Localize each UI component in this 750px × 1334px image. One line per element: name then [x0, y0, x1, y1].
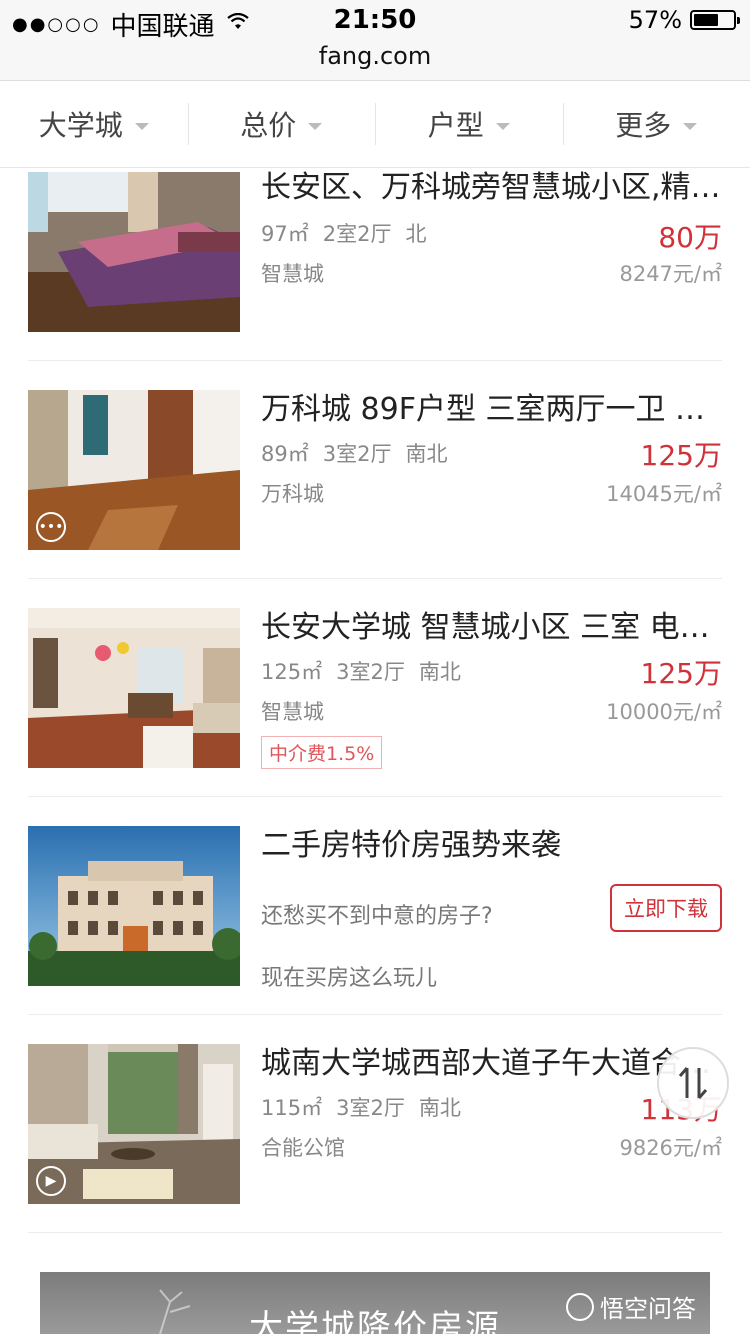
listing-rooms: 2室2厅	[322, 222, 392, 246]
listing-card[interactable]: ••• 万科城 89F户型 三室两厅一卫 精装 89㎡ 3室2厅 南北 125万 万…	[28, 390, 722, 579]
listing-area: 89㎡	[261, 442, 309, 466]
listing-price: 125万	[640, 657, 722, 690]
caret-down-icon	[683, 122, 698, 130]
listing-meta: 115㎡ 3室2厅 南北	[261, 1092, 475, 1122]
listing-unit-price: 10000元/㎡	[606, 700, 722, 724]
listing-rooms: 3室2厅	[336, 1096, 405, 1120]
download-button[interactable]: 立即下载	[610, 884, 722, 932]
listing-photo: •••	[28, 390, 240, 550]
sort-arrows-icon[interactable]	[657, 1047, 729, 1119]
fee-tag: 中介费1.5%	[261, 736, 383, 769]
filter-area[interactable]: 大学城	[0, 81, 188, 167]
listing-meta: 125㎡ 3室2厅 南北	[261, 656, 475, 686]
listing-photo: ▶	[28, 1044, 240, 1204]
listing-title: 城南大学城西部大道子午大道合能公馆	[261, 1046, 721, 1081]
listing-card[interactable]: 长安大学城 智慧城小区 三室 电梯房 125㎡ 3室2厅 南北 125万 智慧城 1…	[28, 608, 722, 797]
listing-orientation: 南北	[405, 442, 448, 466]
listing-rooms: 3室2厅	[336, 660, 405, 684]
listing-info: 长安区、万科城旁智慧城小区,精装修 97㎡ 2室2厅北 80万 智慧城 8247元…	[261, 170, 722, 286]
listing-title: 长安大学城 智慧城小区 三室 电梯房	[261, 610, 721, 645]
listing-photo	[28, 172, 240, 332]
battery-fill	[694, 14, 718, 26]
listing-unit-price: 8247元/㎡	[619, 262, 722, 286]
listing-community: 合能公馆	[261, 1136, 345, 1160]
wukong-logo-icon	[566, 1292, 594, 1321]
ad-photo	[28, 826, 240, 986]
listing-rooms: 3室2厅	[322, 442, 392, 466]
listing-meta: 89㎡ 3室2厅 南北	[261, 438, 461, 468]
caret-down-icon	[134, 122, 149, 130]
ad-tagline: 现在买房这么玩儿	[261, 966, 438, 991]
filter-layout[interactable]: 户型	[375, 81, 563, 167]
listing-info: 长安大学城 智慧城小区 三室 电梯房 125㎡ 3室2厅 南北 125万 智慧城 1…	[261, 608, 722, 769]
listing-meta: 97㎡ 2室2厅北	[261, 218, 440, 248]
caret-down-icon	[308, 122, 323, 130]
listing-info: 万科城 89F户型 三室两厅一卫 精装 89㎡ 3室2厅 南北 125万 万科城 1…	[261, 390, 722, 506]
play-icon[interactable]: ▶	[36, 1166, 66, 1196]
ad-card[interactable]: 二手房特价房强势来袭 还愁买不到中意的房子? 现在买房这么玩儿 立即下载	[28, 826, 722, 1015]
filter-label: 总价	[240, 109, 297, 142]
listing-area: 97㎡	[261, 222, 309, 246]
watermark: 悟空问答	[566, 1289, 696, 1324]
status-right: 57%	[628, 6, 740, 34]
listing-photo	[28, 608, 240, 768]
filter-bar: 大学城 总价 户型 更多	[0, 81, 750, 168]
listing-price: 80万	[658, 221, 722, 254]
filter-total-price[interactable]: 总价	[187, 81, 376, 167]
promo-banner[interactable]: 大学城降价房源 悟空问答	[40, 1272, 710, 1334]
listing-info: 城南大学城西部大道子午大道合能公馆 115㎡3室2厅南北 113万 合能公馆 9…	[261, 1044, 722, 1160]
filter-label: 大学城	[38, 109, 123, 142]
listing-orientation: 南北	[418, 660, 461, 684]
caret-down-icon	[495, 122, 510, 130]
filter-more[interactable]: 更多	[562, 81, 750, 167]
status-bar: ●●○○○ 中国联通 21:50 fang.com 57%	[0, 0, 750, 81]
ad-title: 二手房特价房强势来袭	[261, 828, 561, 863]
ad-info: 二手房特价房强势来袭 还愁买不到中意的房子? 现在买房这么玩儿 立即下载	[261, 826, 722, 991]
listing-title: 万科城 89F户型 三室两厅一卫 精装	[261, 392, 721, 427]
listing-price: 125万	[640, 439, 722, 472]
listing-orientation: 南北	[418, 1096, 461, 1120]
listing-title: 长安区、万科城旁智慧城小区,精装修	[261, 170, 721, 205]
battery-icon	[690, 10, 740, 30]
ad-subtitle: 还愁买不到中意的房子?	[261, 904, 493, 929]
address-bar-url[interactable]: fang.com	[0, 42, 750, 70]
chat-bubble-icon: •••	[36, 512, 66, 542]
listing-orientation: 北	[405, 222, 427, 246]
listing-card[interactable]: 长安区、万科城旁智慧城小区,精装修 97㎡ 2室2厅北 80万 智慧城 8247元…	[28, 170, 722, 361]
filter-label: 更多	[615, 109, 672, 142]
listing-community: 智慧城	[261, 700, 324, 724]
listing-community: 智慧城	[261, 262, 324, 286]
battery-percent: 57%	[628, 6, 682, 34]
listing-area: 115㎡	[261, 1096, 323, 1120]
listing-card[interactable]: ▶ 城南大学城西部大道子午大道合能公馆 115㎡3室2厅南北 113万 合能公馆…	[28, 1044, 722, 1233]
watermark-text: 悟空问答	[600, 1295, 696, 1323]
listing-unit-price: 9826元/㎡	[619, 1136, 722, 1160]
listing-unit-price: 14045元/㎡	[606, 482, 722, 506]
filter-label: 户型	[427, 109, 484, 142]
listing-community: 万科城	[261, 482, 324, 506]
listing-area: 125㎡	[261, 660, 323, 684]
